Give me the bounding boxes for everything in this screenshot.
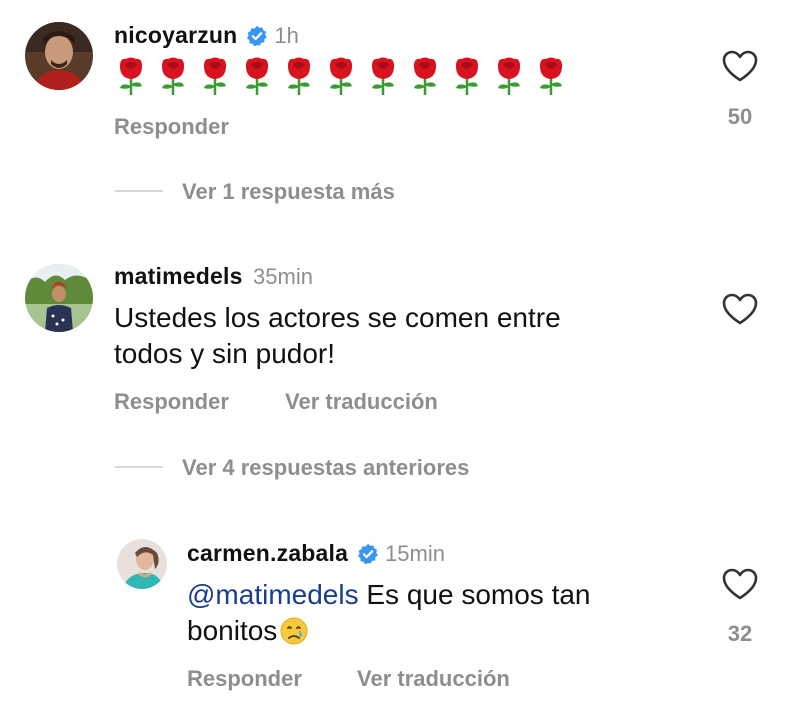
reply-button[interactable]: Responder: [114, 114, 229, 140]
avatar[interactable]: [117, 539, 167, 589]
timestamp: 35min: [253, 264, 313, 289]
heart-outline-icon[interactable]: [722, 293, 758, 330]
comment-header: nicoyarzun 1h: [114, 22, 299, 50]
comment-text-line: @matimedels Es que somos tan: [187, 577, 687, 613]
rose-icon: [282, 56, 316, 96]
view-previous-replies-link[interactable]: Ver 4 respuestas anteriores: [182, 455, 469, 481]
comment-text-line: Ustedes los actores se comen entre: [114, 302, 561, 333]
verified-badge-icon: [246, 25, 268, 52]
comment-text: @matimedels Es que somos tan bonitos: [187, 577, 687, 655]
rose-icon: [408, 56, 442, 96]
reply-button[interactable]: Responder: [187, 666, 302, 692]
rose-icon: [114, 56, 148, 96]
crying-face-icon: [279, 616, 309, 655]
rose-icon: [198, 56, 232, 96]
timestamp: 1h: [274, 23, 299, 48]
translate-button[interactable]: Ver traducción: [285, 389, 438, 415]
comment-text-line: todos y sin pudor!: [114, 338, 336, 369]
like-count[interactable]: 32: [710, 621, 770, 647]
comment-header: carmen.zabala 15min: [187, 540, 445, 570]
comment-text-line: bonitos: [187, 613, 687, 655]
heart-outline-icon[interactable]: [722, 568, 758, 605]
rose-icon: [534, 56, 568, 96]
rose-icon: [492, 56, 526, 96]
comment-text-segment: Es que somos tan: [358, 579, 591, 610]
rose-icon: [156, 56, 190, 96]
comment-content: [114, 56, 568, 96]
view-more-replies-link[interactable]: Ver 1 respuesta más: [182, 179, 395, 205]
heart-outline-icon[interactable]: [722, 50, 758, 87]
avatar-photo: [25, 264, 93, 332]
translate-button[interactable]: Ver traducción: [357, 666, 510, 692]
comment-text-segment: bonitos: [187, 615, 278, 646]
comment-header: matimedels 35min: [114, 263, 313, 290]
reply-button[interactable]: Responder: [114, 389, 229, 415]
avatar[interactable]: [25, 264, 93, 332]
username[interactable]: nicoyarzun: [114, 22, 237, 48]
username[interactable]: carmen.zabala: [187, 540, 348, 566]
rose-icon: [450, 56, 484, 96]
replies-divider-line: [115, 466, 163, 468]
replies-divider-line: [115, 190, 163, 192]
avatar-photo: [117, 539, 167, 589]
rose-icon: [324, 56, 358, 96]
username[interactable]: matimedels: [114, 263, 243, 289]
rose-icon: [240, 56, 274, 96]
like-count[interactable]: 50: [710, 104, 770, 130]
avatar-photo: [25, 22, 93, 90]
mention-link[interactable]: @matimedels: [187, 579, 359, 610]
comment-text: Ustedes los actores se comen entre todos…: [114, 300, 694, 372]
verified-badge-icon: [357, 543, 379, 570]
rose-icon: [366, 56, 400, 96]
timestamp: 15min: [385, 541, 445, 566]
avatar[interactable]: [25, 22, 93, 90]
